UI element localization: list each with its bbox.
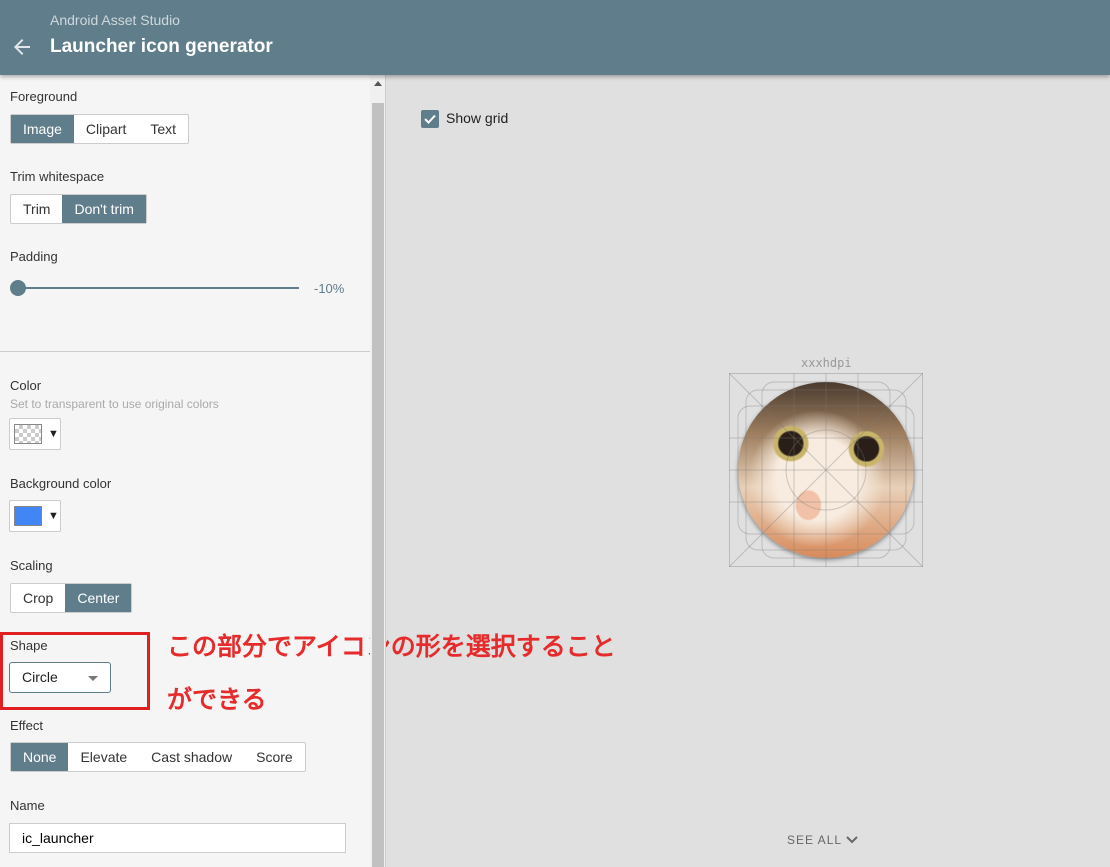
transparent-swatch bbox=[14, 424, 42, 444]
background-color-label: Background color bbox=[10, 476, 112, 491]
background-color-picker[interactable]: ▼ bbox=[9, 500, 61, 532]
foreground-label: Foreground bbox=[10, 89, 78, 104]
padding-label: Padding bbox=[10, 249, 58, 264]
scroll-up-icon[interactable] bbox=[374, 81, 382, 86]
keyline-grid bbox=[729, 373, 923, 567]
effect-toggle: None Elevate Cast shadow Score bbox=[10, 742, 306, 772]
checkmark-icon bbox=[424, 114, 436, 124]
padding-slider-handle[interactable] bbox=[10, 280, 26, 296]
dont-trim-button[interactable]: Don't trim bbox=[62, 195, 146, 223]
scaling-toggle: Crop Center bbox=[10, 583, 133, 613]
app-header: Android Asset Studio Launcher icon gener… bbox=[0, 0, 1110, 75]
effect-cast-shadow-button[interactable]: Cast shadow bbox=[139, 743, 244, 771]
name-label: Name bbox=[10, 798, 45, 813]
padding-value: -10% bbox=[314, 281, 345, 296]
padding-slider-track[interactable] bbox=[18, 287, 299, 289]
foreground-image-button[interactable]: Image bbox=[11, 115, 74, 143]
see-all-label: SEE ALL bbox=[787, 833, 842, 847]
scaling-label: Scaling bbox=[10, 558, 53, 573]
color-picker[interactable]: ▼ bbox=[9, 418, 61, 450]
trim-button[interactable]: Trim bbox=[11, 195, 62, 223]
annotation-highlight-box bbox=[0, 632, 150, 710]
scrollbar-thumb[interactable] bbox=[372, 103, 384, 867]
foreground-clipart-button[interactable]: Clipart bbox=[74, 115, 138, 143]
page-title: Launcher icon generator bbox=[50, 36, 273, 57]
show-grid-checkbox[interactable] bbox=[421, 110, 439, 128]
effect-none-button[interactable]: None bbox=[11, 743, 69, 771]
show-grid-label[interactable]: Show grid bbox=[446, 110, 508, 126]
annotation-text-line2: ができる bbox=[167, 686, 267, 714]
app-name: Android Asset Studio bbox=[50, 12, 180, 28]
back-arrow-icon[interactable] bbox=[10, 35, 34, 59]
effect-label: Effect bbox=[10, 718, 44, 733]
color-hint: Set to transparent to use original color… bbox=[10, 397, 219, 411]
dropdown-arrow-icon: ▼ bbox=[48, 428, 59, 440]
trim-toggle: Trim Don't trim bbox=[10, 194, 147, 224]
see-all-button[interactable]: SEE ALL bbox=[787, 833, 858, 847]
trim-label: Trim whitespace bbox=[10, 169, 105, 184]
foreground-text-button[interactable]: Text bbox=[138, 115, 188, 143]
sidebar-scrollbar[interactable] bbox=[370, 75, 386, 867]
chevron-down-icon bbox=[846, 836, 858, 844]
divider bbox=[0, 351, 370, 352]
center-button[interactable]: Center bbox=[65, 584, 132, 612]
annotation-text-line1: この部分でアイコンの形を選択すること bbox=[167, 633, 616, 661]
effect-score-button[interactable]: Score bbox=[244, 743, 305, 771]
density-label: xxxhdpi bbox=[801, 356, 852, 370]
effect-elevate-button[interactable]: Elevate bbox=[68, 743, 139, 771]
foreground-toggle: Image Clipart Text bbox=[10, 114, 190, 144]
name-input[interactable] bbox=[9, 823, 346, 853]
dropdown-arrow-icon: ▼ bbox=[48, 510, 59, 522]
color-label: Color bbox=[10, 378, 42, 393]
crop-button[interactable]: Crop bbox=[11, 584, 65, 612]
background-color-swatch bbox=[14, 506, 42, 526]
